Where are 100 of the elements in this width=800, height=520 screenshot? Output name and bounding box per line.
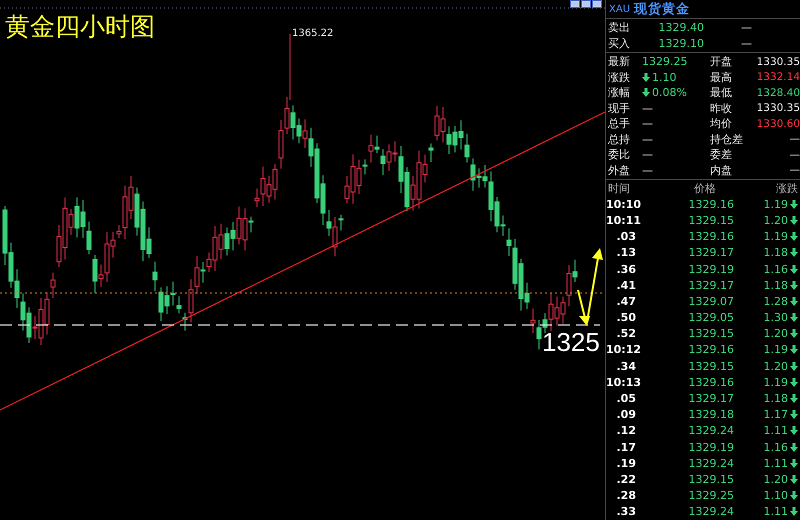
- trade-price: 1329.17: [688, 246, 734, 260]
- quote-value: —: [790, 133, 800, 146]
- quote-value: —: [740, 21, 752, 34]
- trade-price: 1329.07: [688, 294, 734, 308]
- quote-label: 最高: [710, 70, 732, 85]
- trade-time: .52: [616, 327, 637, 340]
- trade-change: 1.30: [764, 311, 788, 324]
- trade-time: .50: [616, 311, 637, 324]
- trade-time: 10:10: [606, 198, 642, 211]
- quote-value: —: [642, 132, 653, 146]
- trade-change: 1.19: [764, 376, 788, 389]
- trade-change: 1.19: [764, 198, 788, 211]
- trade-time: .13: [616, 246, 637, 260]
- trade-price: 1329.15: [688, 472, 734, 486]
- trade-change: 1.11: [764, 424, 788, 438]
- quote-label: 涨幅: [608, 85, 630, 100]
- quote-value: —: [790, 148, 800, 161]
- trade-time: .33: [616, 505, 637, 518]
- quote-value: —: [740, 36, 752, 50]
- trade-price: 1329.19: [688, 440, 734, 454]
- quote-label: 持仓差: [710, 132, 743, 147]
- trade-time: .19: [616, 456, 637, 470]
- trade-price: 1329.05: [688, 311, 734, 324]
- trade-time: .03: [616, 230, 637, 244]
- quote-label: 委比: [608, 147, 630, 162]
- trade-time: .41: [616, 278, 637, 292]
- trade-time: .34: [616, 360, 637, 373]
- trade-price: 1329.17: [688, 392, 734, 406]
- trade-change: 1.19: [764, 343, 788, 356]
- trade-price: 1329.19: [688, 262, 734, 276]
- support-level-label: 1325: [542, 326, 600, 358]
- trade-change: 1.18: [764, 392, 788, 406]
- quote-value: —: [642, 148, 653, 162]
- quote-value: —: [642, 164, 653, 177]
- quote-label: 涨跌: [608, 70, 630, 85]
- quote-label: 总持: [608, 132, 630, 147]
- quote-label: 最低: [710, 85, 732, 100]
- quote-value: 1329.10: [658, 36, 704, 50]
- trade-price: 1329.17: [688, 278, 734, 292]
- quote-label: 开盘: [710, 54, 732, 70]
- trade-change: 1.28: [764, 294, 788, 308]
- quote-value: 1328.40: [756, 86, 800, 99]
- symbol-code: XAU: [609, 4, 630, 14]
- trade-change: 1.11: [764, 456, 788, 470]
- trade-change: 1.18: [764, 246, 788, 260]
- trade-time: .22: [616, 472, 637, 486]
- quote-value: 1329.25: [642, 55, 688, 68]
- quote-label: 卖出: [608, 20, 631, 36]
- trade-time: .05: [616, 392, 637, 406]
- trade-price: 1329.25: [688, 489, 734, 502]
- trade-time: 10:11: [606, 214, 642, 227]
- quote-label: 昨收: [710, 100, 732, 116]
- quote-label: 买入: [608, 36, 631, 51]
- trade-price: 1329.24: [688, 424, 734, 438]
- trade-change: 1.11: [764, 505, 788, 518]
- trade-time: .28: [616, 489, 637, 502]
- trade-time: .47: [616, 294, 637, 308]
- trade-price: 1329.16: [688, 230, 734, 244]
- quote-value: 1330.60: [756, 118, 800, 130]
- trade-change: 1.10: [764, 489, 788, 502]
- trade-price: 1329.24: [688, 456, 734, 470]
- quote-label: 委差: [710, 147, 732, 162]
- column-header: 涨跌: [775, 180, 798, 196]
- quote-value: 0.08%: [652, 86, 687, 100]
- quote-label: 现手: [608, 100, 630, 116]
- peak-price-label: 1365.22: [292, 28, 334, 39]
- quote-value: —: [642, 102, 653, 115]
- trade-time: 10:12: [606, 343, 642, 356]
- quote-value: 1329.40: [658, 21, 704, 34]
- trade-price: 1329.16: [688, 376, 734, 389]
- quote-label: 最新: [608, 54, 630, 70]
- trade-time: 10:13: [606, 376, 642, 389]
- trade-price: 1329.15: [688, 327, 734, 340]
- quote-label: 均价: [710, 116, 732, 132]
- trade-change: 1.16: [764, 262, 788, 276]
- trade-change: 1.17: [764, 408, 788, 422]
- instrument-name: 现货黄金: [634, 1, 690, 18]
- quote-value: 1332.14: [756, 71, 800, 84]
- quote-value: 1330.35: [756, 102, 800, 114]
- quote-label: 总手: [608, 116, 630, 132]
- quote-label: 内盘: [710, 162, 732, 178]
- trade-price: 1329.15: [688, 214, 734, 227]
- quote-value: 1330.35: [756, 56, 800, 68]
- trade-price: 1329.16: [688, 343, 734, 356]
- chart-title: 黄金四小时图: [5, 12, 155, 42]
- quote-value: —: [642, 117, 653, 130]
- trade-time: .36: [616, 262, 637, 276]
- trade-price: 1329.16: [688, 198, 734, 211]
- trade-price: 1329.24: [688, 505, 734, 518]
- quote-label: 外盘: [608, 162, 630, 178]
- trade-change: 1.19: [764, 230, 788, 244]
- trade-price: 1329.18: [688, 408, 734, 422]
- trade-change: 1.20: [764, 360, 788, 373]
- trade-price: 1329.15: [688, 360, 734, 373]
- column-header: 价格: [693, 180, 717, 196]
- trade-time: .12: [616, 424, 637, 438]
- trade-change: 1.16: [764, 440, 788, 454]
- trade-change: 1.20: [764, 327, 788, 340]
- quote-value: —: [790, 164, 800, 176]
- column-header: 时间: [607, 180, 631, 196]
